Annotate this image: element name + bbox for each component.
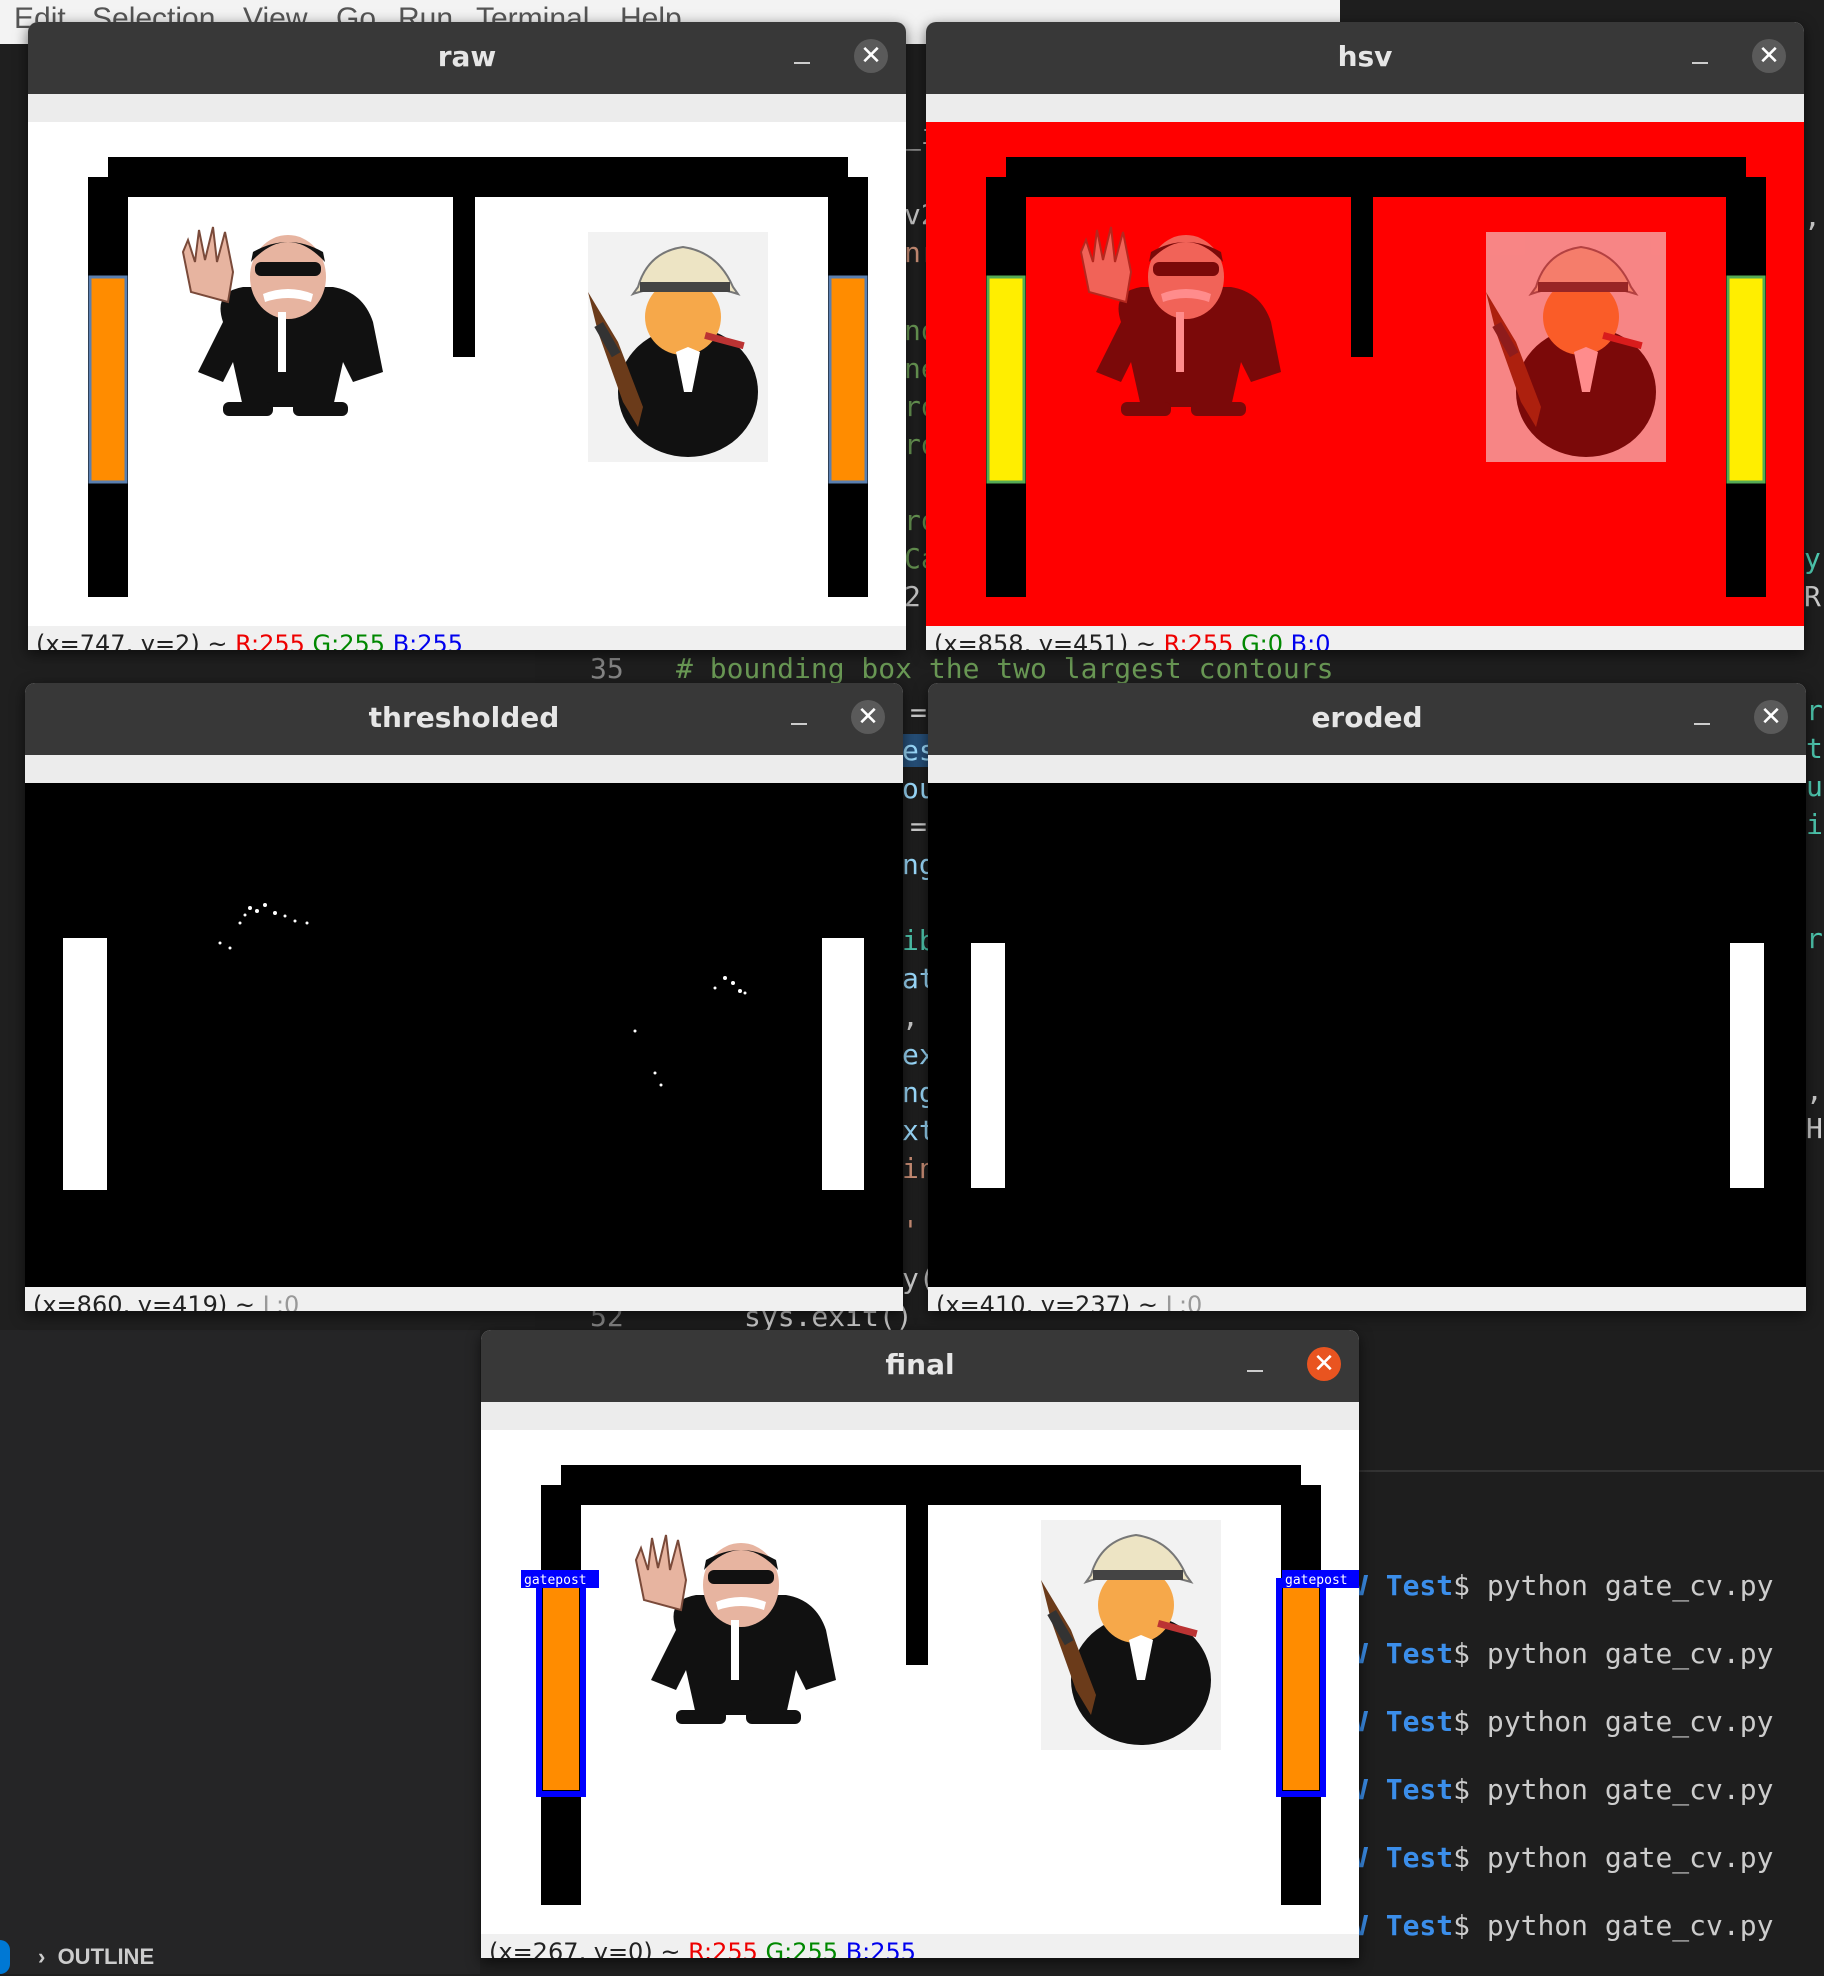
window-thresholded[interactable]: thresholded ✕ (x=860, y=419) ~ L:0 — [25, 683, 903, 1311]
outline-section[interactable]: › OUTLINE — [38, 1944, 154, 1970]
titlebar[interactable]: hsv ✕ — [926, 22, 1804, 94]
window-title: raw — [437, 40, 497, 73]
terminal-user: V Test — [1352, 1705, 1454, 1738]
toolbar — [25, 755, 903, 783]
terminal-command: $ python gate_cv.py — [1453, 1773, 1774, 1806]
minimize-icon[interactable] — [1686, 44, 1716, 74]
final-image[interactable]: gatepost gatepost — [481, 1430, 1359, 1934]
code-fragment: , — [1806, 1074, 1823, 1107]
terminal-line: V Test$ python gate_cv.py — [1352, 1569, 1773, 1602]
code-fragment: r — [1806, 922, 1823, 955]
titlebar[interactable]: final ✕ — [481, 1330, 1359, 1402]
terminal-line: V Test$ python gate_cv.py — [1352, 1773, 1773, 1806]
titlebar[interactable]: raw ✕ — [28, 22, 906, 94]
close-icon[interactable]: ✕ — [1752, 39, 1786, 73]
toolbar — [481, 1402, 1359, 1430]
minimize-icon[interactable] — [1688, 705, 1718, 735]
code-fragment: , — [1804, 200, 1821, 233]
terminal-command: $ python gate_cv.py — [1453, 1909, 1774, 1942]
thresholded-image[interactable] — [25, 783, 903, 1287]
terminal-line: V Test$ python gate_cv.py — [1352, 1705, 1773, 1738]
line-number-35: 35 — [590, 652, 624, 685]
code-fragment: = — [910, 696, 927, 729]
code-fragment: ' — [902, 1214, 919, 1247]
code-fragment: y — [1804, 542, 1821, 575]
terminal-command: $ python gate_cv.py — [1453, 1841, 1774, 1874]
chevron-right-icon: › — [38, 1944, 58, 1969]
code-fragment: r — [1806, 694, 1823, 727]
terminal-line: V Test$ python gate_cv.py — [1352, 1637, 1773, 1670]
minimize-icon[interactable] — [788, 44, 818, 74]
titlebar[interactable]: thresholded ✕ — [25, 683, 903, 755]
code-comment: # bounding box the two largest contours — [676, 652, 1334, 685]
outline-label: OUTLINE — [57, 1944, 155, 1969]
code-fragment: i — [1806, 808, 1823, 841]
close-icon[interactable]: ✕ — [1754, 700, 1788, 734]
hsv-image[interactable] — [926, 122, 1804, 626]
toolbar — [926, 94, 1804, 122]
status-bar: (x=747, y=2) ~ R:255 G:255 B:255 — [36, 630, 464, 650]
eroded-image[interactable] — [928, 783, 1806, 1287]
window-hsv[interactable]: hsv ✕ (x=858, y=451) ~ R:255 G:0 B:0 — [926, 22, 1804, 650]
terminal-user: V Test — [1352, 1909, 1454, 1942]
raw-image[interactable] — [28, 122, 906, 626]
window-title: eroded — [1311, 701, 1423, 734]
status-bar: (x=860, y=419) ~ L:0 — [33, 1291, 300, 1311]
gatepost-label-left: gatepost — [524, 1573, 587, 1588]
titlebar[interactable]: eroded ✕ — [928, 683, 1806, 755]
window-eroded[interactable]: eroded ✕ (x=410, y=237) ~ L:0 — [928, 683, 1806, 1311]
window-title: thresholded — [368, 701, 560, 734]
window-title: final — [885, 1348, 955, 1381]
code-fragment: = — [910, 810, 927, 843]
gatepost-label-right: gatepost — [1285, 1573, 1348, 1588]
code-fragment: u — [1806, 770, 1823, 803]
minimize-icon[interactable] — [1241, 1352, 1271, 1382]
code-fragment: , — [902, 1000, 919, 1033]
close-icon[interactable]: ✕ — [1307, 1347, 1341, 1381]
terminal-command: $ python gate_cv.py — [1453, 1705, 1774, 1738]
terminal-command: $ python gate_cv.py — [1453, 1637, 1774, 1670]
window-raw[interactable]: raw ✕ (x=747, y=2) ~ R:255 G:255 B:255 — [28, 22, 906, 650]
activity-indicator — [0, 1940, 10, 1974]
close-icon[interactable]: ✕ — [851, 700, 885, 734]
explorer-sidebar — [0, 1330, 480, 1974]
toolbar — [928, 755, 1806, 783]
terminal-user: V Test — [1352, 1569, 1454, 1602]
status-bar: (x=267, y=0) ~ R:255 G:255 B:255 — [489, 1938, 917, 1958]
terminal-user: V Test — [1352, 1637, 1454, 1670]
terminal-command: $ python gate_cv.py — [1453, 1569, 1774, 1602]
minimize-icon[interactable] — [785, 705, 815, 735]
status-bar: (x=410, y=237) ~ L:0 — [936, 1291, 1203, 1311]
code-fragment: R — [1804, 580, 1821, 613]
terminal-user: V Test — [1352, 1773, 1454, 1806]
code-fragment: H — [1806, 1112, 1823, 1145]
terminal-user: V Test — [1352, 1841, 1454, 1874]
terminal-line: V Test$ python gate_cv.py — [1352, 1841, 1773, 1874]
status-bar: (x=858, y=451) ~ R:255 G:0 B:0 — [934, 630, 1331, 650]
terminal-line: V Test$ python gate_cv.py — [1352, 1909, 1773, 1942]
window-title: hsv — [1337, 40, 1393, 73]
window-final[interactable]: final ✕ gatepost gatepost (x=267, y=0) ~… — [481, 1330, 1359, 1958]
toolbar — [28, 94, 906, 122]
code-fragment: t — [1806, 732, 1823, 765]
close-icon[interactable]: ✕ — [854, 39, 888, 73]
